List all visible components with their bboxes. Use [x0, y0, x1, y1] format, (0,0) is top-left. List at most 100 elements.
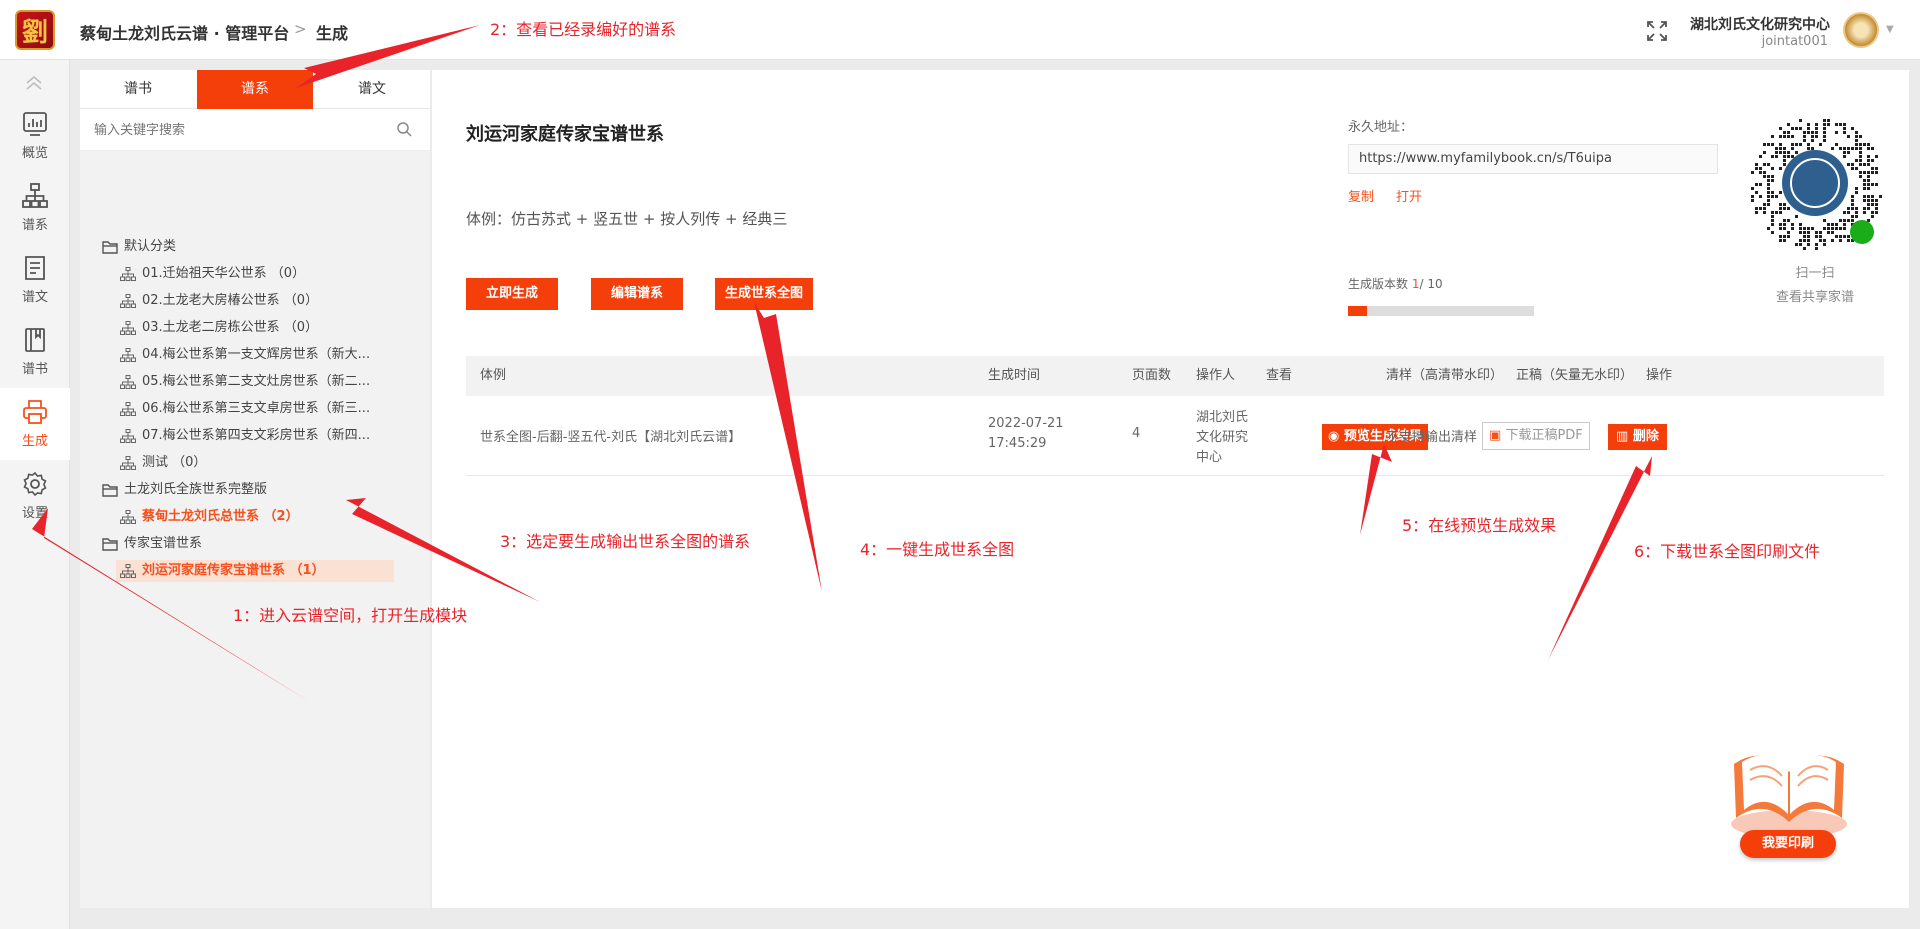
open-link[interactable]: 打开 [1396, 186, 1422, 205]
top-header: 劉 蔡甸土龙刘氏云谱 · 管理平台 > 生成 湖北刘氏文化研究中心 jointa… [0, 0, 1920, 60]
tree-folder-full[interactable]: 土龙刘氏全族世系完整版 [102, 479, 267, 501]
qr-module [1851, 199, 1854, 202]
qr-module [1783, 163, 1786, 166]
search-icon[interactable] [396, 121, 412, 137]
tree-item[interactable]: 01.迁始祖天华公世系 （0） [120, 263, 305, 285]
lineage-icon [120, 347, 136, 362]
delete-button[interactable]: ▥ 删除 [1608, 424, 1667, 450]
tab-book[interactable]: 谱书 [80, 70, 196, 109]
print-now-button[interactable]: 我要印刷 [1740, 830, 1836, 858]
qr-module [1835, 223, 1838, 226]
qr-module [1795, 215, 1798, 218]
qr-module [1859, 175, 1862, 178]
qr-module [1863, 199, 1866, 202]
organization-name: 湖北刘氏文化研究中心 [1690, 17, 1830, 33]
qr-module [1867, 143, 1870, 146]
qr-module [1783, 151, 1786, 154]
tree-item[interactable]: 测试 （0） [120, 452, 206, 474]
tree-item[interactable]: 07.梅公世系第四支文彩房世系（新四... [120, 425, 370, 447]
tree-item[interactable]: 06.梅公世系第三支文卓房世系（新三... [120, 398, 370, 420]
download-pdf-button[interactable]: ▣ 下载正稿PDF [1482, 422, 1590, 450]
generate-now-button[interactable]: 立即生成 [466, 278, 559, 310]
book-icon [25, 328, 45, 352]
tree-item[interactable]: 05.梅公世系第二支文灶房世系（新二... [120, 371, 370, 393]
qr-module [1855, 167, 1858, 170]
tree-item-label: 测试 （0） [142, 455, 207, 470]
qr-module [1855, 215, 1858, 218]
tab-lineage[interactable]: 谱系 [197, 70, 313, 109]
tree-folder-heirloom[interactable]: 传家宝谱世系 [102, 533, 202, 555]
permanent-url-field[interactable]: https://www.myfamilybook.cn/s/T6uipa [1348, 144, 1718, 174]
qr-module [1863, 211, 1866, 214]
qr-module [1855, 131, 1858, 134]
version-label: 生成版本数 [1348, 277, 1409, 291]
qr-module [1779, 151, 1782, 154]
nav-lineage[interactable]: 谱系 [0, 172, 70, 244]
tree-item-label: 蔡甸土龙刘氏总世系 （2） [142, 509, 299, 524]
lineage-icon [120, 563, 136, 578]
qr-module [1815, 243, 1818, 246]
qr-module [1867, 147, 1870, 150]
tree-item[interactable]: 02.土龙老大房椿公世系 （0） [120, 290, 318, 312]
copy-link[interactable]: 复制 [1348, 186, 1374, 205]
chevron-up-icon[interactable] [22, 72, 46, 94]
tree-item-selected[interactable]: 刘运河家庭传家宝谱世系 （1） [116, 560, 394, 582]
avatar[interactable] [1843, 12, 1879, 48]
nav-book[interactable]: 谱书 [0, 316, 70, 388]
qr-module [1811, 139, 1814, 142]
search-input[interactable] [94, 119, 394, 141]
tree-folder-label: 土龙刘氏全族世系完整版 [124, 482, 268, 497]
qr-module [1787, 151, 1790, 154]
generate-full-chart-button[interactable]: 生成世系全图 [715, 278, 814, 310]
qr-module [1827, 223, 1830, 226]
qr-module [1767, 199, 1770, 202]
tree-item-label: 03.土龙老二房栋公世系 （0） [142, 320, 319, 335]
qr-module [1759, 155, 1762, 158]
app-logo[interactable]: 劉 [15, 10, 55, 50]
qr-module [1823, 127, 1826, 130]
qr-module [1871, 203, 1874, 206]
qr-module [1835, 227, 1838, 230]
qr-module [1799, 119, 1802, 122]
nav-overview[interactable]: 概览 [0, 100, 70, 172]
qr-module [1847, 235, 1850, 238]
tree-item[interactable]: 04.梅公世系第一支文辉房世系（新大... [120, 344, 370, 366]
qr-module [1767, 183, 1770, 186]
qr-module [1799, 143, 1802, 146]
tree-item[interactable]: 蔡甸土龙刘氏总世系 （2） [120, 506, 299, 528]
print-promo[interactable]: 我要印刷 [1714, 734, 1864, 864]
qr-module [1843, 227, 1846, 230]
wechat-badge-icon [1850, 220, 1874, 244]
qr-module [1823, 123, 1826, 126]
qr-module [1763, 203, 1766, 206]
qr-module [1851, 127, 1854, 130]
qr-module [1815, 231, 1818, 234]
chevron-down-icon[interactable]: ▼ [1886, 24, 1894, 35]
qr-module [1799, 231, 1802, 234]
tab-text[interactable]: 谱文 [314, 70, 430, 109]
row-operator-2: 文化研究 [1196, 430, 1249, 445]
qr-module [1771, 195, 1774, 198]
lineage-icon [120, 401, 136, 416]
qr-module [1847, 239, 1850, 242]
tree-item[interactable]: 03.土龙老二房栋公世系 （0） [120, 317, 318, 339]
th-operator: 操作人 [1196, 368, 1236, 383]
qr-module [1791, 223, 1794, 226]
left-navigation: 概览 谱系 谱文 谱书 生成 设置 [0, 60, 70, 929]
fullscreen-icon[interactable] [1646, 20, 1668, 42]
qr-module [1755, 191, 1758, 194]
qr-module [1867, 195, 1870, 198]
qr-module [1867, 155, 1870, 158]
edit-lineage-button[interactable]: 编辑谱系 [591, 278, 684, 310]
qr-module [1831, 147, 1834, 150]
qr-module [1811, 131, 1814, 134]
tree-folder-default[interactable]: 默认分类 [102, 236, 176, 258]
qr-module [1847, 135, 1850, 138]
platform-title: 蔡甸土龙刘氏云谱 · 管理平台 [80, 24, 290, 43]
nav-settings[interactable]: 设置 [0, 460, 70, 532]
qr-module [1755, 207, 1758, 210]
qr-module [1763, 143, 1766, 146]
qr-code[interactable] [1746, 114, 1884, 252]
nav-generate[interactable]: 生成 [0, 388, 70, 460]
nav-text[interactable]: 谱文 [0, 244, 70, 316]
